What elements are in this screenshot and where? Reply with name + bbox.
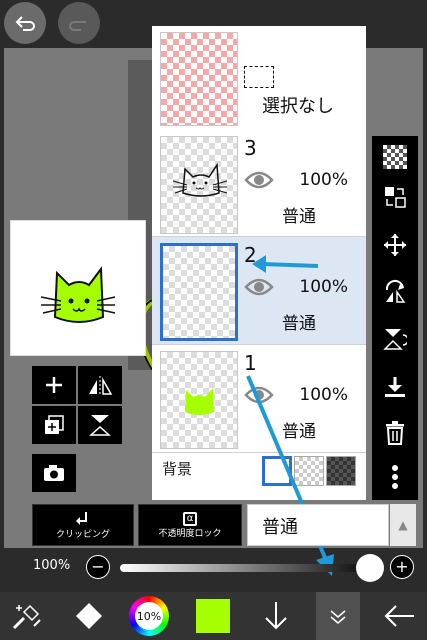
camera-icon bbox=[44, 465, 64, 481]
left-tool-panel bbox=[32, 362, 138, 496]
layer-blend-mode: 普通 bbox=[282, 422, 316, 442]
redo-button[interactable] bbox=[58, 2, 100, 44]
move-button[interactable] bbox=[372, 226, 418, 264]
layers-toggle-button[interactable] bbox=[316, 592, 360, 640]
color-wheel-button[interactable]: 10% bbox=[124, 592, 174, 640]
move-icon bbox=[384, 234, 406, 256]
layer-panel: 選択なし 3 100% 普通 2 100% 普通 1 100% 普通 背景 bbox=[152, 26, 366, 500]
flip-horizontal-button[interactable] bbox=[78, 366, 122, 404]
background-label: 背景 bbox=[162, 460, 193, 478]
layer-blend-mode: 普通 bbox=[282, 314, 316, 334]
cat-outline-drawing bbox=[172, 162, 228, 197]
rotate-icon bbox=[385, 279, 406, 303]
background-row: 背景 bbox=[152, 452, 366, 492]
undo-icon bbox=[15, 16, 35, 31]
background-white-swatch[interactable] bbox=[262, 456, 292, 486]
alpha-lock-button[interactable]: α 不透明度ロック bbox=[138, 504, 242, 546]
add-layer-icon bbox=[46, 377, 62, 393]
more-icon bbox=[392, 465, 398, 489]
rotate-button[interactable] bbox=[372, 272, 418, 310]
back-button[interactable] bbox=[372, 592, 426, 640]
layer-thumbnail bbox=[160, 243, 238, 341]
brush-settings-button[interactable] bbox=[0, 592, 54, 640]
lock-icon: α bbox=[183, 511, 197, 526]
delete-layer-button[interactable] bbox=[372, 414, 418, 452]
background-transparent-dark-swatch[interactable] bbox=[326, 456, 356, 486]
background-transparent-light-swatch[interactable] bbox=[294, 456, 324, 486]
transparency-icon bbox=[383, 145, 407, 169]
layer-number: 1 bbox=[244, 351, 257, 375]
more-button[interactable] bbox=[372, 458, 418, 496]
down-arrow-button[interactable] bbox=[250, 592, 302, 640]
layer-blend-mode: 普通 bbox=[282, 207, 316, 227]
redo-icon bbox=[69, 21, 86, 31]
opacity-value: 100% bbox=[33, 558, 71, 573]
color-wheel-icon: 10% bbox=[129, 596, 169, 636]
layer-opacity: 100% bbox=[299, 277, 348, 297]
clipping-label: クリッピング bbox=[55, 529, 110, 540]
swap-layers-icon bbox=[385, 187, 406, 208]
clipping-arrow-icon bbox=[76, 511, 87, 525]
flip-vertical-icon bbox=[383, 329, 407, 350]
visibility-eye-icon[interactable] bbox=[244, 385, 274, 405]
transparency-button[interactable] bbox=[372, 138, 418, 176]
visibility-eye-icon[interactable] bbox=[244, 170, 274, 190]
triangle-up-icon: ▲ bbox=[398, 518, 408, 532]
merge-down-button[interactable] bbox=[372, 368, 418, 406]
chevron-down-icon bbox=[330, 610, 346, 624]
layer-thumbnail bbox=[160, 136, 238, 234]
bottom-toolbar: 10% bbox=[0, 592, 427, 640]
opacity-slider-track[interactable] bbox=[120, 564, 380, 572]
green-cat-drawing bbox=[185, 388, 214, 415]
undo-button[interactable] bbox=[4, 2, 46, 44]
selection-label: 選択なし bbox=[262, 96, 334, 117]
color-wheel-label: 10% bbox=[135, 602, 163, 630]
trash-icon bbox=[386, 421, 404, 445]
layer-thumbnail bbox=[160, 32, 238, 126]
eraser-button[interactable] bbox=[62, 592, 116, 640]
selection-icon bbox=[244, 66, 274, 88]
right-tool-column bbox=[372, 136, 418, 500]
flip-horizontal-icon bbox=[89, 376, 113, 396]
eraser-icon bbox=[76, 603, 102, 629]
selection-layer-row[interactable]: 選択なし bbox=[152, 26, 366, 130]
layer-row-3[interactable]: 3 100% 普通 bbox=[152, 130, 366, 240]
current-color-button[interactable] bbox=[188, 592, 238, 640]
flip-vertical-button[interactable] bbox=[78, 406, 122, 444]
visibility-eye-icon[interactable] bbox=[244, 277, 274, 297]
down-arrow-icon bbox=[265, 602, 287, 630]
layer-number: 3 bbox=[244, 136, 257, 160]
camera-button[interactable] bbox=[32, 454, 76, 492]
flip-vertical-button[interactable] bbox=[372, 320, 418, 358]
layer-opacity: 100% bbox=[299, 170, 348, 190]
duplicate-layer-button[interactable] bbox=[32, 406, 76, 444]
alpha-lock-label: 不透明度ロック bbox=[158, 528, 222, 539]
cat-drawing bbox=[40, 266, 116, 323]
layer-thumbnail bbox=[160, 351, 238, 449]
current-color-swatch bbox=[196, 599, 230, 633]
minus-icon: − bbox=[91, 557, 105, 576]
brush-settings-icon bbox=[12, 604, 41, 630]
blend-mode-dropdown-arrow[interactable]: ▲ bbox=[390, 504, 416, 546]
duplicate-layer-icon bbox=[45, 415, 64, 434]
opacity-increase-button[interactable]: + bbox=[390, 555, 414, 579]
layer-row-2[interactable]: 2 100% 普通 bbox=[152, 237, 366, 347]
swap-layers-button[interactable] bbox=[372, 178, 418, 216]
flip-vertical-icon bbox=[89, 415, 111, 436]
add-layer-button[interactable] bbox=[32, 366, 76, 404]
opacity-decrease-button[interactable]: − bbox=[86, 555, 110, 579]
blend-mode-select[interactable]: 普通 bbox=[247, 504, 389, 546]
opacity-slider-knob[interactable] bbox=[356, 554, 384, 582]
navigator-preview[interactable] bbox=[10, 220, 146, 356]
plus-icon: + bbox=[395, 557, 409, 576]
back-arrow-icon bbox=[384, 605, 414, 627]
layer-opacity: 100% bbox=[299, 385, 348, 405]
layer-number: 2 bbox=[244, 243, 257, 267]
clipping-button[interactable]: クリッピング bbox=[32, 504, 134, 546]
layer-row-1[interactable]: 1 100% 普通 bbox=[152, 345, 366, 455]
merge-down-icon bbox=[385, 377, 405, 397]
